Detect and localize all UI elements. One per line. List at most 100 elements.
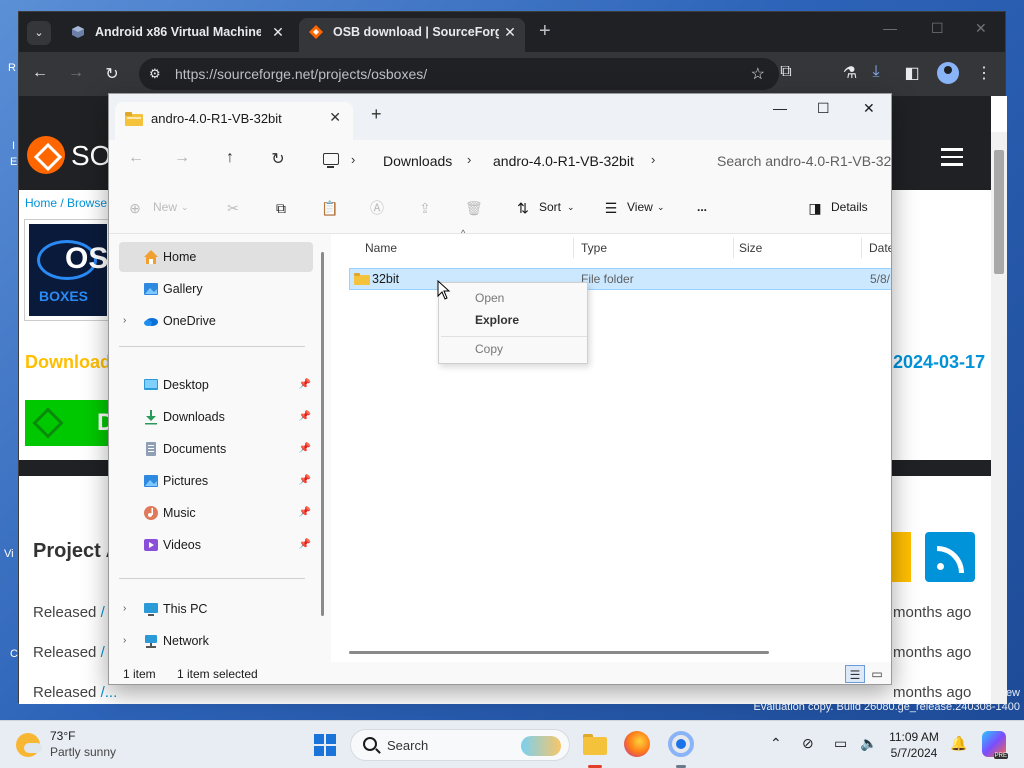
nav-item-downloads[interactable]: Downloads 📌	[119, 402, 313, 432]
menu-item-explore[interactable]: Explore	[475, 313, 519, 327]
new-tab-button[interactable]: +	[539, 20, 551, 43]
new-plus-icon[interactable]: ⊕	[127, 200, 143, 216]
pin-icon[interactable]: 📌	[299, 466, 311, 496]
search-input[interactable]: Search andro-4.0-R1-VB-32b	[709, 145, 891, 177]
profile-avatar[interactable]	[937, 62, 959, 84]
chevron-down-icon[interactable]: ⌄	[657, 202, 665, 213]
clock[interactable]: 11:09 AM 5/7/2024	[884, 729, 944, 761]
volume-icon[interactable]: 🔈	[860, 735, 877, 752]
more-options-button[interactable]: ...	[697, 200, 707, 214]
column-header-name[interactable]: Name	[365, 241, 397, 255]
menu-kebab-icon[interactable]: ⋮	[973, 63, 995, 83]
rss-feed-icon[interactable]	[925, 532, 975, 582]
chevron-up-icon[interactable]: ⌃	[770, 735, 782, 752]
maximize-icon[interactable]: ☐	[931, 20, 944, 37]
delete-icon[interactable]: 🗑	[465, 200, 483, 216]
this-pc-icon[interactable]	[323, 153, 339, 168]
back-icon[interactable]: ←	[29, 64, 51, 82]
start-button[interactable]	[314, 734, 336, 756]
download-icon[interactable]: ⤓	[865, 63, 887, 81]
paste-icon[interactable]: 📋	[321, 200, 338, 216]
file-explorer-taskbar-icon[interactable]	[582, 731, 608, 757]
menu-item-copy[interactable]: Copy	[475, 342, 503, 356]
chevron-down-icon[interactable]: ⌄	[181, 202, 189, 213]
copilot-icon[interactable]: PRE	[982, 731, 1008, 759]
maximize-icon[interactable]: ☐	[817, 100, 830, 117]
nav-item-music[interactable]: Music 📌	[119, 498, 313, 528]
chrome-taskbar-icon[interactable]	[668, 731, 694, 757]
pin-icon[interactable]: 📌	[299, 402, 311, 432]
network-disconnected-icon[interactable]: ⊘	[802, 735, 814, 752]
forward-icon[interactable]: →	[65, 64, 87, 82]
details-view-icon[interactable]: ☰	[845, 665, 865, 683]
bookmark-star-icon[interactable]: ☆	[751, 64, 765, 84]
tiles-view-icon[interactable]: ▭	[867, 665, 887, 683]
column-header-type[interactable]: Type	[581, 241, 607, 255]
chevron-right-icon[interactable]: ›	[123, 306, 126, 336]
pin-icon[interactable]: 📌	[299, 498, 311, 528]
display-icon[interactable]: ▭	[834, 735, 847, 752]
sort-button[interactable]: Sort	[539, 200, 561, 214]
back-icon[interactable]: ←	[125, 149, 147, 167]
address-bar[interactable]: ⚙ https://sourceforge.net/projects/osbox…	[139, 58, 779, 90]
view-button[interactable]: View	[627, 200, 653, 214]
view-icon[interactable]: ☰	[603, 200, 619, 216]
breadcrumb-item[interactable]: andro-4.0-R1-VB-32bit	[493, 153, 634, 169]
reload-icon[interactable]: ↻	[101, 64, 123, 84]
labs-flask-icon[interactable]: ⚗	[839, 63, 861, 83]
close-tab-icon[interactable]: ✕	[329, 109, 341, 126]
nav-item-this-pc[interactable]: › This PC	[119, 594, 313, 624]
chevron-right-icon[interactable]: ›	[123, 594, 126, 624]
nav-item-documents[interactable]: Documents 📌	[119, 434, 313, 464]
yellow-action-button[interactable]	[891, 532, 911, 582]
side-panel-icon[interactable]: ◧	[901, 63, 923, 83]
site-settings-icon[interactable]: ⚙	[149, 66, 165, 82]
rename-icon[interactable]: Ⓐ	[369, 200, 385, 216]
firefox-taskbar-icon[interactable]	[624, 731, 650, 757]
nav-item-desktop[interactable]: Desktop 📌	[119, 370, 313, 400]
column-divider[interactable]	[733, 238, 734, 258]
taskbar-search[interactable]: Search	[350, 729, 570, 761]
sourceforge-logo-icon[interactable]	[27, 136, 65, 174]
new-tab-button[interactable]: +	[371, 104, 382, 125]
refresh-icon[interactable]: ↻	[267, 149, 289, 169]
release-link[interactable]: /	[101, 644, 105, 661]
details-pane-icon[interactable]: ◨	[807, 200, 823, 216]
breadcrumb-item[interactable]: Downloads	[383, 153, 452, 169]
pin-icon[interactable]: 📌	[299, 370, 311, 400]
hamburger-menu-icon[interactable]	[941, 148, 963, 171]
release-link[interactable]: /...	[101, 684, 118, 701]
minimize-icon[interactable]: —	[773, 100, 787, 116]
chevron-right-icon[interactable]: ›	[467, 152, 471, 167]
nav-scrollbar[interactable]	[321, 252, 324, 616]
nav-item-onedrive[interactable]: › OneDrive	[119, 306, 313, 336]
notification-bell-icon[interactable]: 🔔	[950, 735, 967, 752]
menu-item-open[interactable]: Open	[475, 291, 504, 305]
browser-tab-android[interactable]: Android x86 Virtual Machine i ✕	[61, 18, 293, 52]
nav-item-pictures[interactable]: Pictures 📌	[119, 466, 313, 496]
new-button[interactable]: New	[153, 200, 177, 214]
nav-item-network[interactable]: › Network	[119, 626, 313, 656]
column-header-size[interactable]: Size	[739, 241, 762, 255]
page-scrollbar[interactable]	[991, 132, 1007, 704]
nav-item-home[interactable]: Home	[119, 242, 313, 272]
browser-tab-osb[interactable]: OSB download | SourceForge.n ✕	[299, 18, 525, 52]
close-tab-icon[interactable]: ✕	[501, 18, 519, 46]
chevron-right-icon[interactable]: ›	[351, 152, 355, 167]
tab-search-button[interactable]: ⌄	[27, 21, 51, 45]
extensions-icon[interactable]: ⧉	[775, 63, 797, 81]
nav-item-videos[interactable]: Videos 📌	[119, 530, 313, 560]
sort-icon[interactable]: ⇅	[515, 200, 531, 216]
close-window-icon[interactable]: ✕	[863, 100, 875, 117]
chevron-right-icon[interactable]: ›	[651, 152, 655, 167]
chevron-down-icon[interactable]: ⌄	[567, 202, 575, 213]
nav-item-gallery[interactable]: Gallery	[119, 274, 313, 304]
column-divider[interactable]	[861, 238, 862, 258]
share-icon[interactable]: ⇪	[417, 200, 433, 216]
details-button[interactable]: Details	[831, 200, 868, 214]
column-header-date[interactable]: Date	[869, 241, 891, 255]
up-icon[interactable]: ↑	[219, 149, 241, 167]
minimize-icon[interactable]: —	[883, 20, 897, 36]
forward-icon[interactable]: →	[171, 149, 193, 167]
release-link[interactable]: /	[101, 604, 105, 621]
